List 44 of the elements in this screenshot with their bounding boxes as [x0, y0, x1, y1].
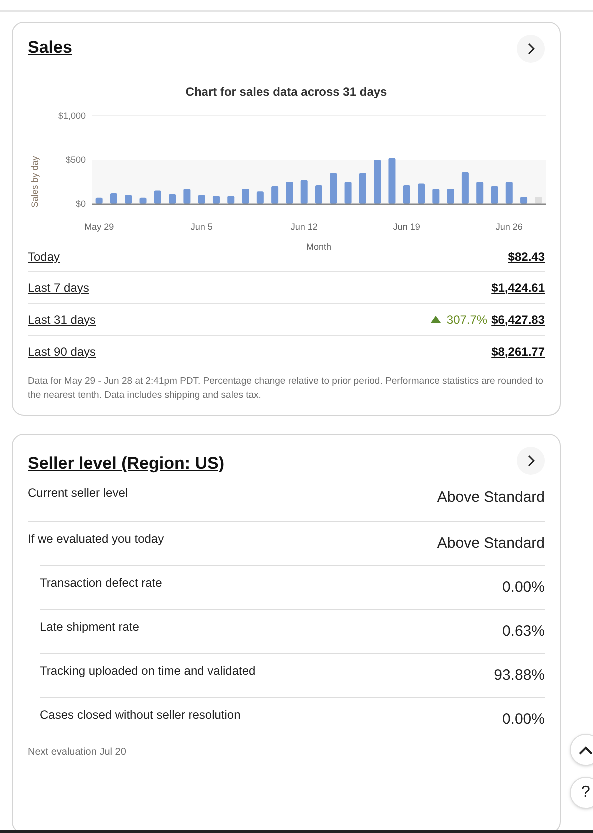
chevron-right-icon [527, 43, 535, 55]
x-tick-label: Jun 12 [290, 222, 318, 232]
percent-change: 307.7% [446, 312, 488, 328]
period-link[interactable]: Last 31 days [28, 310, 96, 328]
x-tick-label: Jun 26 [495, 222, 522, 232]
sales-amount-link[interactable]: $82.43 [508, 248, 545, 266]
metric-label: Current seller level [28, 484, 128, 502]
chevron-button[interactable] [517, 35, 545, 63]
metric-value: 93.88% [494, 666, 545, 686]
card-title-link[interactable]: Sales [28, 35, 72, 60]
period-link[interactable]: Today [28, 248, 60, 266]
x-tick-label: May 29 [84, 222, 114, 232]
y-axis-label: Sales by day [30, 156, 40, 208]
metric-value: 0.00% [502, 578, 545, 598]
metric-value: Above Standard [437, 488, 545, 508]
period-link[interactable]: Last 7 days [28, 278, 90, 296]
metric-value: 0.00% [502, 710, 545, 730]
footnote: Data for May 29 - Jun 28 at 2:41pm PDT. Percentage change relative to prior period. Performance statistics are rounded to the nearest tenth. Data includes shipping and sales tax. [28, 375, 544, 403]
scroll-top-button[interactable] [570, 734, 593, 766]
metric-label: If we evaluated you today [28, 530, 164, 548]
chevron-right-icon [527, 455, 535, 467]
x-tick-label: Jun 5 [190, 222, 212, 232]
y-tick-label: $500 [65, 155, 86, 165]
chevron-up-icon [579, 746, 593, 754]
card-title-link[interactable]: Seller level (Region: US) [28, 451, 224, 476]
next-evaluation-text: Next evaluation Jul 20 [28, 746, 128, 760]
metric-label: Late shipment rate [40, 618, 140, 636]
x-tick-label: Jun 19 [392, 222, 420, 232]
x-axis-label: Month [306, 242, 331, 252]
y-tick-label: $1,000 [58, 111, 86, 121]
metric-label: Tracking uploaded on time and validated [40, 662, 256, 680]
y-tick-label: $0 [75, 199, 86, 209]
sales-amount-link[interactable]: $1,424.61 [492, 278, 545, 296]
up-triangle-icon [430, 316, 441, 323]
period-link[interactable]: Last 90 days [28, 342, 96, 360]
sales-amount-link[interactable]: $8,261.77 [492, 342, 545, 360]
metric-value: 0.63% [502, 622, 545, 642]
chevron-button[interactable] [517, 447, 545, 475]
metric-value: Above Standard [437, 534, 545, 554]
metric-label: Cases closed without seller resolution [40, 706, 241, 724]
sales-amount-link[interactable]: $6,427.83 [492, 310, 545, 328]
metric-label: Transaction defect rate [40, 574, 162, 592]
help-button[interactable]: ? [570, 777, 593, 809]
chart-title: Chart for sales data across 31 days [186, 84, 388, 101]
